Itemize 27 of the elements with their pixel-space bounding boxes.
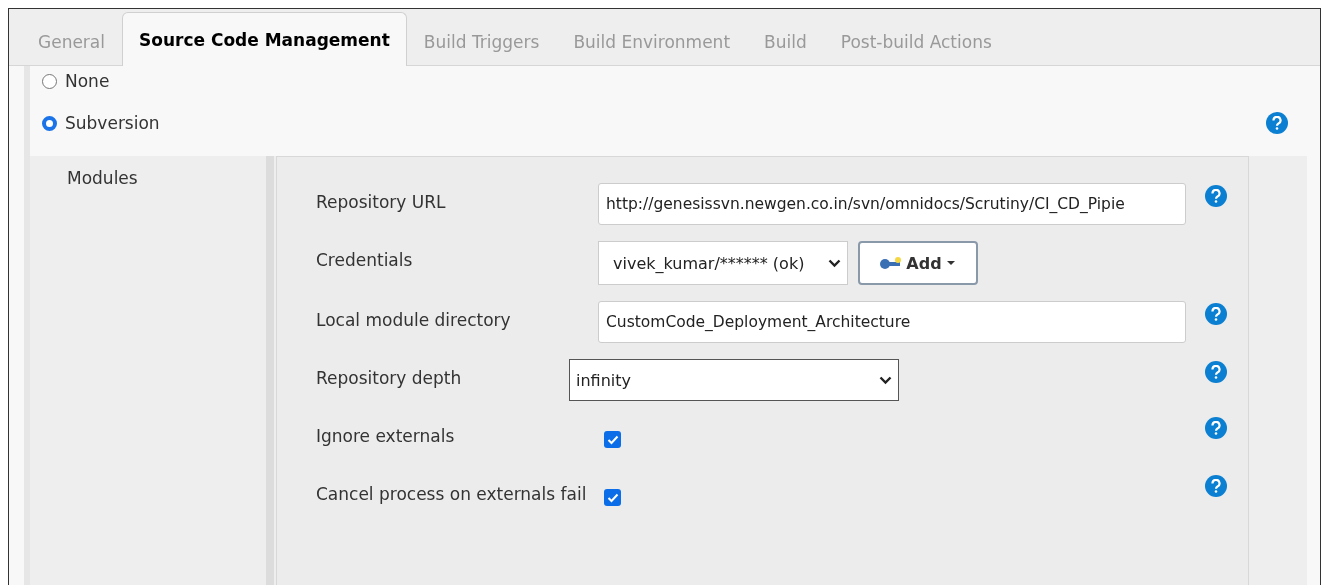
add-button[interactable]: Add <box>858 241 978 285</box>
credentials-dropdown[interactable]: vivek_kumar/****** (ok) <box>598 241 848 285</box>
text-field[interactable]: CustomCode_Deployment_Architecture <box>598 301 1186 343</box>
key-icon <box>879 256 904 270</box>
help-icon[interactable] <box>1205 303 1227 325</box>
radio-button[interactable] <box>42 115 57 131</box>
help-icon[interactable] <box>1205 361 1227 383</box>
field-label: Ignore externals <box>316 425 456 446</box>
help-icon[interactable] <box>1205 417 1227 439</box>
field-label: Repository URL <box>316 191 447 212</box>
radio-button[interactable] <box>42 73 57 89</box>
field-label: Credentials <box>316 249 414 270</box>
checkbox[interactable] <box>604 489 621 506</box>
help-icon[interactable] <box>1205 475 1227 497</box>
help-icon[interactable] <box>1205 185 1227 207</box>
text-field[interactable]: http://genesissvn.newgen.co.in/svn/omnidocs/Scrutiny/CI_CD_Pipie <box>598 183 1186 225</box>
field-label: Local module directory <box>316 309 512 330</box>
radio-label: None <box>65 71 110 91</box>
chevron-down-icon <box>879 375 892 385</box>
radio-label: Subversion <box>65 113 160 133</box>
checkbox[interactable] <box>604 431 621 448</box>
depth-dropdown[interactable]: infinity <box>569 359 899 401</box>
section-label: Modules <box>67 168 138 188</box>
tab[interactable]: Source Code Management <box>122 12 407 66</box>
field-label: Cancel process on externals fail <box>316 483 588 504</box>
help-icon[interactable] <box>1266 112 1288 134</box>
chevron-down-icon <box>828 258 841 268</box>
